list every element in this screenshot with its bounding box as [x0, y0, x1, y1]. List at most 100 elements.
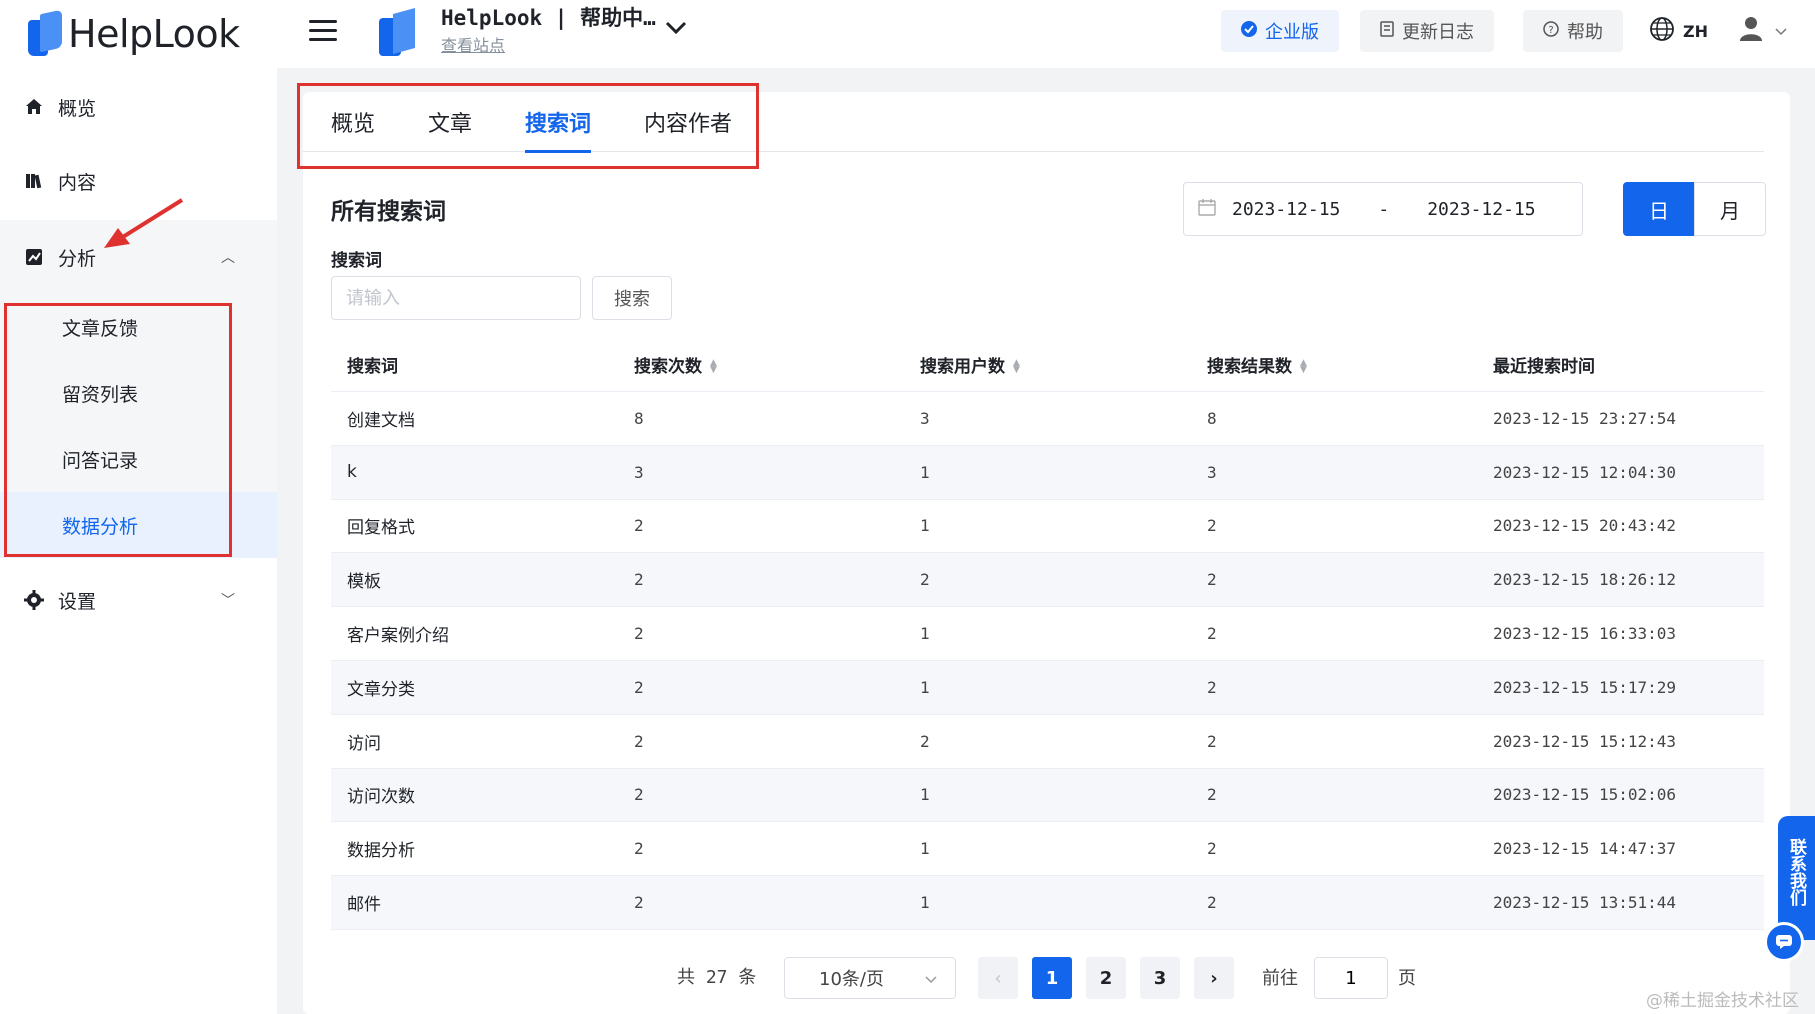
table-row: 邮件 2 1 2 2023-12-15 13:51:44 — [331, 876, 1764, 930]
sidebar-subitem-qa-records[interactable]: 问答记录 — [0, 426, 277, 492]
cell-term: 文章分类 — [347, 679, 415, 700]
home-icon — [24, 97, 44, 117]
column-header-result-count[interactable]: 搜索结果数 ▲ ▼ — [1191, 352, 1477, 377]
cell-result-count: 8 — [1207, 408, 1217, 428]
chevron-up-icon: ︿ — [221, 250, 235, 266]
table-row: 客户案例介绍 2 1 2 2023-12-15 16:33:03 — [331, 607, 1764, 661]
column-header-term: 搜索词 — [347, 357, 398, 377]
cell-last-search-time: 2023-12-15 15:12:43 — [1493, 731, 1677, 751]
cell-result-count: 3 — [1207, 462, 1217, 482]
sidebar-item-content[interactable]: 内容 — [0, 144, 277, 218]
tab-articles[interactable]: 文章 — [428, 106, 472, 150]
main-card: 概览 文章 搜索词 内容作者 所有搜索词 2023-12-15 - 2023-1… — [303, 92, 1790, 1014]
prev-page-button[interactable]: ‹ — [978, 957, 1018, 999]
chevron-down-icon — [925, 968, 937, 989]
chevron-down-icon: ﹀ — [221, 593, 235, 609]
month-toggle[interactable]: 月 — [1694, 182, 1766, 236]
cell-user-count: 2 — [920, 570, 930, 590]
cell-user-count: 3 — [920, 408, 930, 428]
cell-result-count: 2 — [1207, 570, 1217, 590]
date-end[interactable]: 2023-12-15 — [1427, 199, 1535, 220]
cell-term: 访问 — [347, 733, 381, 754]
table-row: 文章分类 2 1 2 2023-12-15 15:17:29 — [331, 660, 1764, 715]
page-button-2[interactable]: 2 — [1086, 957, 1126, 999]
cell-last-search-time: 2023-12-15 14:47:37 — [1493, 839, 1677, 859]
date-range-picker[interactable]: 2023-12-15 - 2023-12-15 — [1183, 182, 1583, 236]
cell-last-search-time: 2023-12-15 13:51:44 — [1493, 893, 1677, 913]
site-logo-icon — [377, 8, 419, 58]
chat-icon[interactable] — [1764, 922, 1804, 962]
search-button[interactable]: 搜索 — [592, 276, 672, 320]
enterprise-button[interactable]: 企业版 — [1221, 10, 1339, 52]
cell-result-count: 2 — [1207, 839, 1217, 859]
sidebar-subitem-article-feedback[interactable]: 文章反馈 — [0, 294, 277, 360]
page-button-3[interactable]: 3 — [1140, 957, 1180, 999]
cell-user-count: 1 — [920, 785, 930, 805]
view-site-link[interactable]: 查看站点 — [441, 32, 505, 56]
table-row: 数据分析 2 1 2 2023-12-15 14:47:37 — [331, 822, 1764, 877]
changelog-button[interactable]: 更新日志 — [1360, 10, 1494, 52]
help-button[interactable]: ? 帮助 — [1523, 10, 1623, 52]
sidebar-item-settings[interactable]: 设置 ﹀ — [0, 563, 277, 637]
menu-icon[interactable] — [309, 20, 337, 44]
cell-last-search-time: 2023-12-15 15:17:29 — [1493, 677, 1677, 697]
sidebar-subitem-data-analytics[interactable]: 数据分析 — [0, 492, 277, 558]
user-menu[interactable] — [1737, 14, 1787, 46]
cell-search-count: 2 — [634, 570, 644, 590]
chevron-right-icon: › — [1210, 967, 1218, 989]
sidebar-item-analytics[interactable]: 分析 ︿ — [0, 220, 277, 294]
table-row: 模板 2 2 2 2023-12-15 18:26:12 — [331, 553, 1764, 608]
cell-search-count: 2 — [634, 839, 644, 859]
tab-overview[interactable]: 概览 — [331, 106, 375, 150]
gear-icon — [24, 590, 44, 610]
cell-last-search-time: 2023-12-15 16:33:03 — [1493, 624, 1677, 644]
date-start[interactable]: 2023-12-15 — [1232, 199, 1340, 220]
cell-term: 客户案例介绍 — [347, 626, 449, 647]
search-input[interactable] — [331, 276, 581, 320]
cell-search-count: 8 — [634, 408, 644, 428]
table-header: 搜索词 搜索次数 ▲ ▼ 搜索用户数 ▲ ▼ 搜索结果数 ▲ ▼ 最近搜索时间 — [331, 338, 1764, 392]
search-terms-table: 搜索词 搜索次数 ▲ ▼ 搜索用户数 ▲ ▼ 搜索结果数 ▲ ▼ 最近搜索时间 创建文档 8 3… — [331, 338, 1764, 930]
sidebar-item-overview[interactable]: 概览 — [0, 70, 277, 144]
cell-search-count: 2 — [634, 624, 644, 644]
page-button-1[interactable]: 1 — [1032, 957, 1072, 999]
cell-result-count: 2 — [1207, 516, 1217, 536]
chevron-down-icon[interactable] — [665, 16, 687, 41]
cell-user-count: 1 — [920, 516, 930, 536]
sort-icon[interactable]: ▲ ▼ — [1300, 359, 1307, 375]
sidebar-item-label: 概览 — [58, 97, 97, 120]
book-icon — [24, 171, 44, 191]
table-row: 访问次数 2 1 2 2023-12-15 15:02:06 — [331, 768, 1764, 823]
table-body: 创建文档 8 3 8 2023-12-15 23:27:54 k 3 1 3 2023-12-15… — [331, 392, 1764, 930]
next-page-button[interactable]: › — [1194, 957, 1234, 999]
cell-user-count: 1 — [920, 893, 930, 913]
table-row: 访问 2 2 2 2023-12-15 15:12:43 — [331, 715, 1764, 769]
top-bar: HelpLook | 帮助中… 查看站点 企业版 更新日志 ? 帮助 ZH — [277, 0, 1815, 68]
language-switch[interactable]: ZH — [1649, 16, 1708, 46]
page-title: 所有搜索词 — [331, 199, 446, 225]
sidebar-subitem-leads-list[interactable]: 留资列表 — [0, 360, 277, 426]
cell-search-count: 2 — [634, 893, 644, 913]
sidebar-item-label: 内容 — [58, 171, 97, 194]
page-size-select[interactable]: 10条/页 — [784, 957, 956, 999]
table-row: 创建文档 8 3 8 2023-12-15 23:27:54 — [331, 392, 1764, 446]
column-header-search-count[interactable]: 搜索次数 ▲ ▼ — [618, 352, 904, 377]
column-header-user-count[interactable]: 搜索用户数 ▲ ▼ — [904, 352, 1191, 377]
cell-search-count: 3 — [634, 462, 644, 482]
document-icon — [1380, 21, 1394, 41]
cell-result-count: 2 — [1207, 893, 1217, 913]
cell-last-search-time: 2023-12-15 20:43:42 — [1493, 516, 1677, 536]
day-toggle[interactable]: 日 — [1623, 182, 1695, 236]
sort-icon[interactable]: ▲ ▼ — [1013, 359, 1020, 375]
sort-icon[interactable]: ▲ ▼ — [710, 359, 717, 375]
tab-content-authors[interactable]: 内容作者 — [644, 106, 732, 150]
cell-result-count: 2 — [1207, 624, 1217, 644]
tab-bar: 概览 文章 搜索词 内容作者 — [303, 92, 1764, 153]
tab-search-terms[interactable]: 搜索词 — [525, 106, 592, 153]
brand-logo[interactable]: HelpLook — [28, 6, 240, 62]
cell-user-count: 1 — [920, 839, 930, 859]
cell-last-search-time: 2023-12-15 18:26:12 — [1493, 570, 1677, 590]
goto-page-input[interactable] — [1314, 957, 1388, 999]
cell-last-search-time: 2023-12-15 12:04:30 — [1493, 462, 1677, 482]
user-avatar-icon — [1737, 14, 1765, 46]
